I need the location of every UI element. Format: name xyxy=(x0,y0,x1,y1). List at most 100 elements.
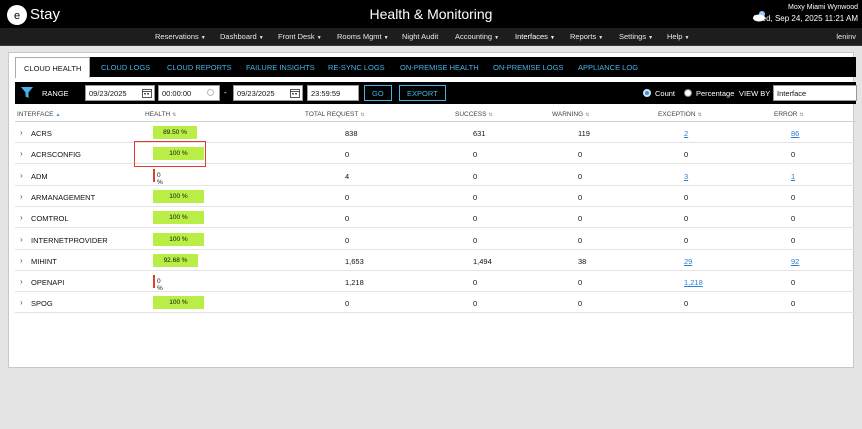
exception-value[interactable]: 3 xyxy=(684,172,688,181)
error-value: 0 xyxy=(791,235,796,245)
tab-cloud-logs[interactable]: CLOUD LOGS xyxy=(101,57,150,77)
warning-value: 0 xyxy=(578,299,583,309)
exception-value: 0 xyxy=(684,192,689,202)
table-header: INTERFACE ▲ HEALTH ⇅ TOTAL REQUEST ⇅ SUCCES… xyxy=(15,108,856,122)
sort-icon: ⇅ xyxy=(172,112,177,118)
expand-chevron-icon[interactable]: › xyxy=(20,149,23,158)
table-row[interactable]: › MIHINT 92.68 % 1,653 1,494 38 29 92 xyxy=(15,250,856,271)
success-value: 0 xyxy=(473,192,478,202)
expand-chevron-icon[interactable]: › xyxy=(20,213,23,222)
expand-chevron-icon[interactable]: › xyxy=(20,277,23,286)
success-value: 0 xyxy=(473,171,478,181)
error-value: 0 xyxy=(791,299,796,309)
total-request-value: 0 xyxy=(345,214,350,224)
tab-cloud-health[interactable]: CLOUD HEALTH xyxy=(15,57,91,78)
nav-settings[interactable]: Settings ▼ xyxy=(619,32,653,41)
tab-cloud-reports[interactable]: CLOUD REPORTS xyxy=(167,57,231,77)
col-interface[interactable]: INTERFACE ▲ xyxy=(17,111,60,118)
table-row[interactable]: › OPENAPI 0 % 1,218 0 0 1,218 0 xyxy=(15,271,856,293)
success-value: 0 xyxy=(473,278,478,288)
health-bar-fill: 100 % xyxy=(153,211,204,225)
total-request-value: 1,653 xyxy=(345,256,364,266)
tab-failure-insights[interactable]: FAILURE INSIGHTS xyxy=(246,57,315,77)
expand-chevron-icon[interactable]: › xyxy=(20,298,23,307)
success-value: 0 xyxy=(473,235,478,245)
chevron-down-icon: ▼ xyxy=(383,35,389,41)
export-button[interactable]: EXPORT xyxy=(399,85,446,101)
health-bar: 89.50 % xyxy=(153,126,197,139)
health-label: 0 % xyxy=(157,278,163,293)
filter-icon[interactable] xyxy=(21,87,33,99)
nav-night-audit[interactable]: Night Audit xyxy=(402,32,438,41)
app-header: e Stay Health & Monitoring Moxy Miami Wy… xyxy=(0,0,862,28)
total-request-value: 0 xyxy=(345,192,350,202)
percentage-radio[interactable] xyxy=(684,89,692,97)
clock-icon xyxy=(207,89,214,96)
error-value[interactable]: 92 xyxy=(791,257,799,266)
expand-chevron-icon[interactable]: › xyxy=(20,171,23,180)
warning-value: 0 xyxy=(578,150,583,160)
nav-accounting[interactable]: Accounting ▼ xyxy=(455,32,499,41)
health-label: 0 % xyxy=(157,171,163,186)
page-title: Health & Monitoring xyxy=(369,6,493,22)
nav-rooms-mgmt[interactable]: Rooms Mgmt ▼ xyxy=(337,32,389,41)
table-row[interactable]: › ARMANAGEMENT 100 % 0 0 0 0 0 xyxy=(15,186,856,207)
col-total-request[interactable]: TOTAL REQUEST ⇅ xyxy=(305,111,365,118)
nav-interfaces[interactable]: Interfaces ▼ xyxy=(515,32,555,41)
health-bar: 100 % xyxy=(153,296,204,310)
view-by-select[interactable]: Interface xyxy=(773,85,857,101)
exception-value[interactable]: 29 xyxy=(684,257,692,266)
chevron-down-icon: ▼ xyxy=(200,35,206,41)
col-success[interactable]: SUCCESS ⇅ xyxy=(455,111,493,118)
table-row[interactable]: › SPOG 100 % 0 0 0 0 0 xyxy=(15,292,856,314)
warning-value: 0 xyxy=(578,192,583,202)
table-row[interactable]: › ACRS 89.50 % 838 631 119 2 86 xyxy=(15,122,856,143)
property-name[interactable]: Moxy Miami Wynwood xyxy=(788,4,858,11)
exception-value[interactable]: 2 xyxy=(684,129,688,138)
nav-help[interactable]: Help ▼ xyxy=(667,32,689,41)
tab-on-premise-logs[interactable]: ON-PREMISE LOGS xyxy=(493,57,563,77)
nav-reservations[interactable]: Reservations ▼ xyxy=(155,32,206,41)
table-row[interactable]: › INTERNETPROVIDER 100 % 0 0 0 0 0 xyxy=(15,229,856,250)
table-row[interactable]: › ADM 0 % 4 0 0 3 1 xyxy=(15,165,856,186)
health-bar-fill: 100 % xyxy=(153,232,204,246)
col-error[interactable]: ERROR ⇅ xyxy=(774,111,804,118)
tab-resync-logs[interactable]: RE-SYNC LOGS xyxy=(328,57,385,77)
warning-value: 0 xyxy=(578,235,583,245)
col-warning[interactable]: WARNING ⇅ xyxy=(552,111,589,118)
error-value[interactable]: 86 xyxy=(791,129,799,138)
col-health[interactable]: HEALTH ⇅ xyxy=(145,111,176,118)
expand-chevron-icon[interactable]: › xyxy=(20,235,23,244)
health-bar-fill: 100 % xyxy=(153,189,204,203)
warning-value: 38 xyxy=(578,256,587,266)
interface-name: INTERNETPROVIDER xyxy=(31,235,108,245)
health-bar: 100 % xyxy=(153,211,204,225)
expand-chevron-icon[interactable]: › xyxy=(20,256,23,265)
range-separator: - xyxy=(224,88,227,97)
chevron-down-icon: ▼ xyxy=(684,35,690,41)
view-by-label: VIEW BY xyxy=(739,89,771,98)
go-button[interactable]: GO xyxy=(364,85,392,101)
calendar-icon[interactable] xyxy=(290,88,300,98)
end-time-input[interactable]: 23:59:59 xyxy=(307,85,359,101)
error-value[interactable]: 1 xyxy=(791,172,795,181)
expand-chevron-icon[interactable]: › xyxy=(20,192,23,201)
expand-chevron-icon[interactable]: › xyxy=(20,128,23,137)
calendar-icon[interactable] xyxy=(142,88,152,98)
tab-appliance-log[interactable]: APPLIANCE LOG xyxy=(578,57,638,77)
exception-value[interactable]: 1,218 xyxy=(684,278,703,287)
nav-dashboard[interactable]: Dashboard ▼ xyxy=(220,32,264,41)
user-menu[interactable]: leninv xyxy=(836,32,856,41)
range-label: RANGE xyxy=(42,89,69,98)
nav-reports[interactable]: Reports ▼ xyxy=(570,32,603,41)
error-value: 0 xyxy=(791,192,796,202)
property-datetime: Wed, Sep 24, 2025 11:21 AM xyxy=(754,14,858,23)
health-bar: 0 % xyxy=(153,168,163,186)
count-radio[interactable] xyxy=(643,89,651,97)
exception-value: 0 xyxy=(684,214,689,224)
nav-front-desk[interactable]: Front Desk ▼ xyxy=(278,32,322,41)
tab-on-premise-health[interactable]: ON-PREMISE HEALTH xyxy=(400,57,479,77)
table-row[interactable]: › COMTROL 100 % 0 0 0 0 0 xyxy=(15,207,856,229)
health-bar-fill: 89.50 % xyxy=(153,126,197,139)
col-exception[interactable]: EXCEPTION ⇅ xyxy=(658,111,702,118)
